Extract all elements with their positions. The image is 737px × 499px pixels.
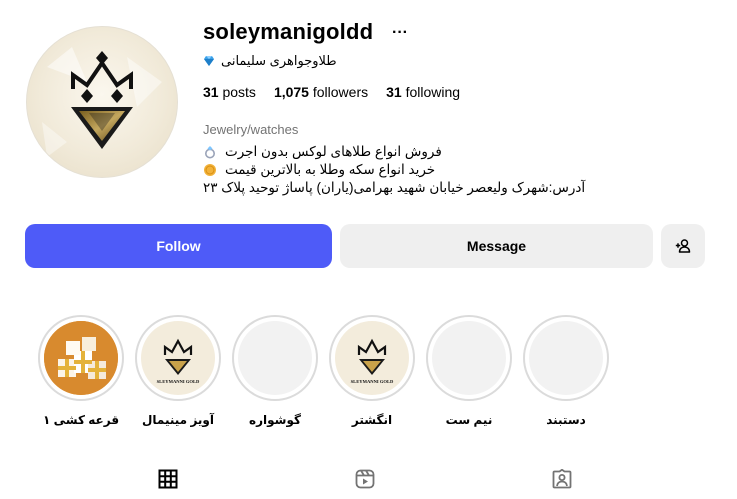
follow-button[interactable]: Follow	[25, 224, 332, 268]
logo-text: SLEYMANNI GOLD	[351, 379, 394, 384]
profile-category: Jewelry/watches	[203, 122, 299, 137]
empty-thumbnail	[432, 321, 506, 395]
posts-count: 31	[203, 84, 219, 100]
crown-logo-thumbnail: SLEYMANNI GOLD	[141, 321, 215, 395]
crown-logo-thumbnail: SLEYMANNI GOLD	[335, 321, 409, 395]
highlight-item[interactable]: SLEYMANNI GOLD انگشتر	[329, 315, 415, 427]
followers-label: followers	[312, 84, 369, 100]
followers-count: 1,075	[273, 84, 309, 100]
ring-icon	[205, 146, 215, 159]
profile-username: soleymanigoldd	[203, 19, 374, 44]
highlight-item[interactable]: دستبند	[523, 315, 609, 427]
highlight-ring	[232, 315, 318, 401]
tagged-icon	[552, 468, 572, 489]
highlight-label: انگشتر	[351, 413, 393, 427]
highlight-ring: SLEYMANNI GOLD	[135, 315, 221, 401]
following-count: 31	[386, 84, 402, 100]
bio-line-1: فروش انواع طلاهای لوکس بدون اجرت	[203, 143, 585, 161]
tab-tagged[interactable]	[552, 468, 572, 494]
following-stat[interactable]: 31 following	[386, 84, 460, 100]
tab-reels[interactable]	[355, 469, 375, 494]
crown-logo-icon: SLEYMANNI GOLD	[345, 338, 399, 384]
following-label: following	[405, 84, 461, 100]
empty-thumbnail	[238, 321, 312, 395]
empty-thumbnail	[529, 321, 603, 395]
gift-boxes-thumbnail	[44, 321, 118, 395]
more-options-icon[interactable]: ···	[392, 24, 408, 42]
posts-stat: 31 posts	[203, 84, 256, 100]
highlight-item[interactable]: گوشواره	[232, 315, 318, 427]
followers-stat[interactable]: 1,075 followers	[274, 84, 368, 100]
message-button[interactable]: Message	[340, 224, 653, 268]
bio-line-3: آدرس:شهرک ولیعصر خیابان شهید بهرامی(یارا…	[203, 179, 585, 197]
crown-logo-icon: SLEYMANNI GOLD	[151, 338, 205, 384]
reels-icon	[355, 469, 375, 489]
profile-fullname: طلاوجواهری سلیمانی	[221, 53, 337, 68]
crown-logo-icon	[42, 47, 162, 157]
highlight-ring: SLEYMANNI GOLD	[329, 315, 415, 401]
highlight-label: قرعه کشی ۱	[42, 413, 120, 427]
bio-line-2: خرید انواع سکه وطلا به بالاترین قیمت	[203, 161, 585, 179]
gift-icon	[44, 321, 118, 395]
highlight-ring	[426, 315, 512, 401]
bio-line-2-text: خرید انواع سکه وطلا به بالاترین قیمت	[225, 162, 436, 177]
profile-bio: فروش انواع طلاهای لوکس بدون اجرت خرید ان…	[203, 143, 585, 197]
tab-posts[interactable]	[158, 469, 178, 494]
add-person-icon	[675, 239, 691, 253]
highlight-label: گوشواره	[249, 413, 301, 427]
highlight-label: آویز مینیمال	[142, 413, 214, 427]
blue-diamond-icon	[204, 56, 214, 66]
highlight-item[interactable]: نیم ست	[426, 315, 512, 427]
highlight-ring	[38, 315, 124, 401]
grid-icon	[158, 469, 178, 489]
profile-fullname-row: طلاوجواهری سلیمانی	[203, 53, 337, 69]
suggest-users-button[interactable]	[661, 224, 705, 268]
highlight-label: دستبند	[546, 413, 586, 427]
profile-avatar[interactable]	[26, 26, 178, 178]
bio-line-1-text: فروش انواع طلاهای لوکس بدون اجرت	[225, 144, 442, 159]
coin-icon	[204, 164, 216, 176]
profile-stats: 31 posts 1,075 followers 31 following	[203, 84, 460, 100]
logo-text: SLEYMANNI GOLD	[157, 379, 200, 384]
bio-line-3-text: آدرس:شهرک ولیعصر خیابان شهید بهرامی(یارا…	[203, 180, 586, 195]
highlight-ring	[523, 315, 609, 401]
highlight-item[interactable]: قرعه کشی ۱	[38, 315, 124, 427]
highlight-label: نیم ست	[445, 413, 493, 427]
posts-label: posts	[222, 84, 256, 100]
highlight-item[interactable]: SLEYMANNI GOLD آویز مینیمال	[135, 315, 221, 427]
